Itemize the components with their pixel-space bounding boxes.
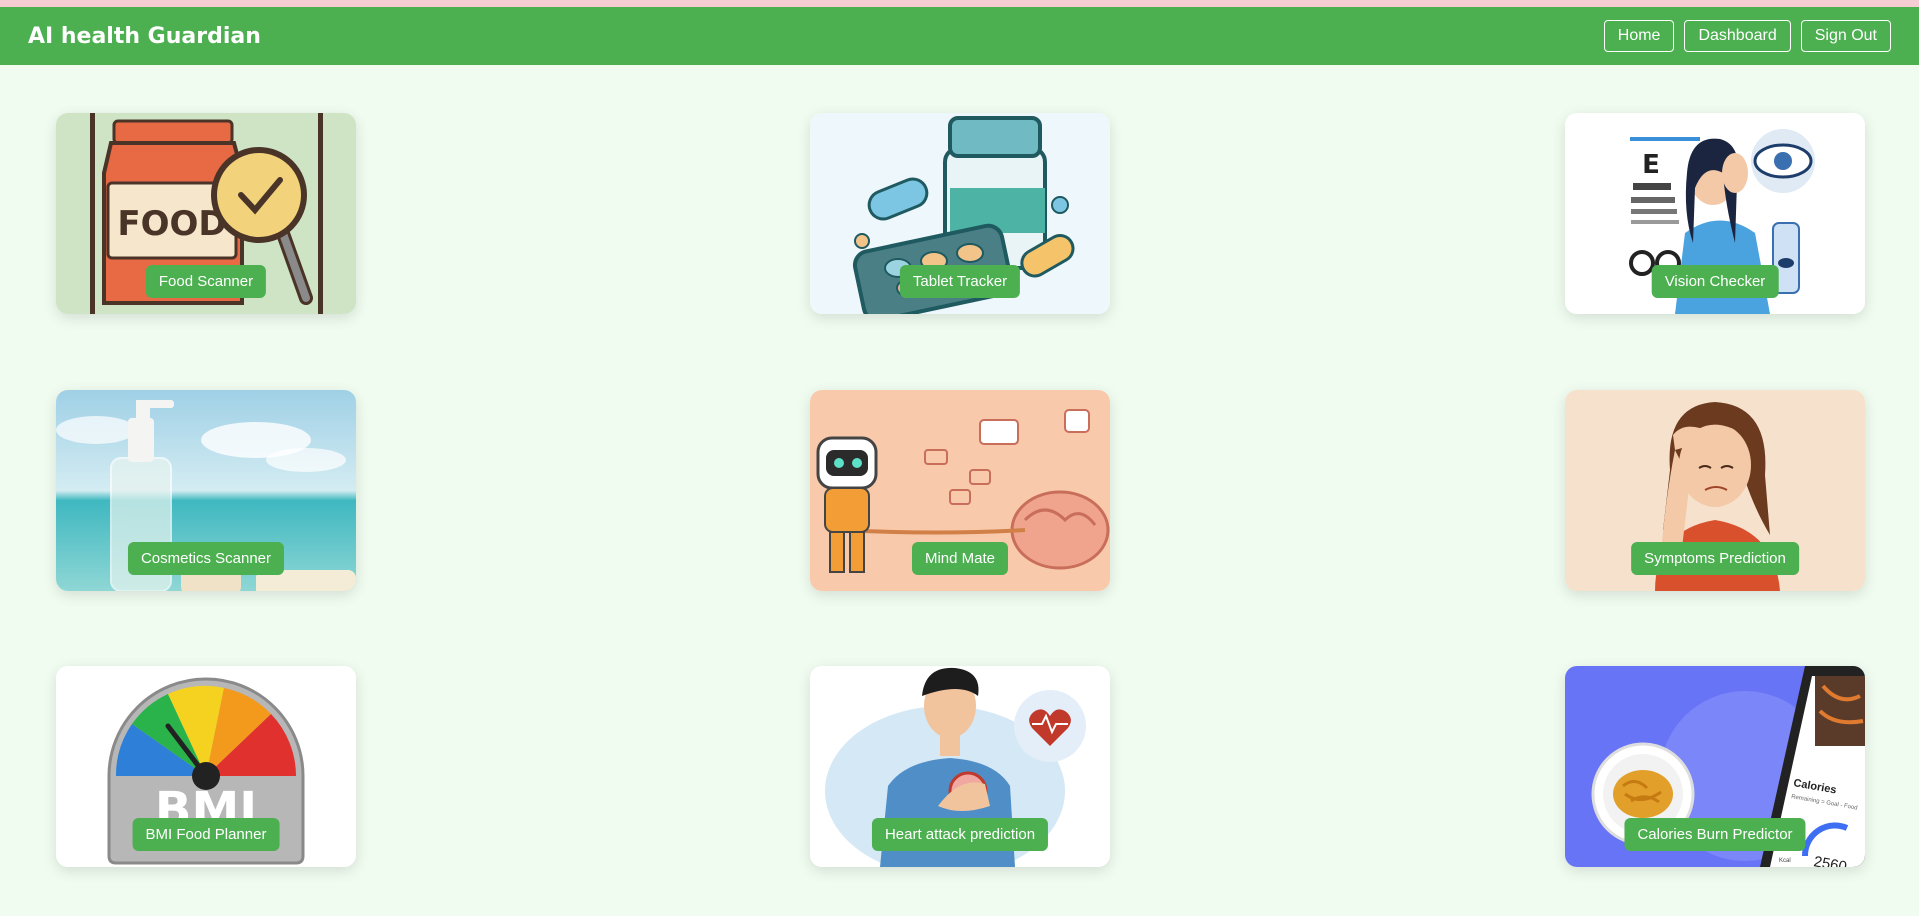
card-vision-checker[interactable]: E Vision Checker [1565, 113, 1865, 314]
card-symptoms-prediction[interactable]: Symptoms Prediction [1565, 390, 1865, 591]
card-label: Vision Checker [1651, 265, 1779, 298]
card-food-scanner[interactable]: FOOD Food Scanner [56, 113, 356, 314]
card-label: Heart attack prediction [871, 818, 1049, 851]
svg-text:E: E [1642, 150, 1660, 180]
svg-text:FOOD: FOOD [117, 204, 226, 244]
sign-out-button[interactable]: Sign Out [1800, 20, 1891, 52]
card-calories-burn-predictor[interactable]: Calories Remaining = Goal - Food 2560 Kc… [1565, 666, 1865, 867]
card-mind-mate[interactable]: Mind Mate [810, 390, 1110, 591]
app-brand[interactable]: AI health Guardian [28, 24, 261, 49]
card-heart-attack-prediction[interactable]: Heart attack prediction [810, 666, 1110, 867]
card-label: Cosmetics Scanner [127, 542, 285, 575]
home-button[interactable]: Home [1603, 20, 1675, 52]
card-tablet-tracker[interactable]: Tablet Tracker [810, 113, 1110, 314]
card-label: BMI Food Planner [132, 818, 280, 851]
card-bmi-food-planner[interactable]: BMI BMI Food Planner [56, 666, 356, 867]
nav-links: Home Dashboard Sign Out [1603, 20, 1891, 52]
svg-text:Kcal: Kcal [1779, 858, 1791, 864]
navbar: AI health Guardian Home Dashboard Sign O… [0, 7, 1919, 65]
card-label: Mind Mate [911, 542, 1009, 575]
card-label: Tablet Tracker [899, 265, 1021, 298]
card-label: Symptoms Prediction [1631, 542, 1799, 575]
card-label: Food Scanner [145, 265, 267, 298]
top-strip [0, 0, 1919, 7]
card-cosmetics-scanner[interactable]: Cosmetics Scanner [56, 390, 356, 591]
card-label: Calories Burn Predictor [1624, 818, 1806, 851]
dashboard-button[interactable]: Dashboard [1684, 20, 1791, 52]
